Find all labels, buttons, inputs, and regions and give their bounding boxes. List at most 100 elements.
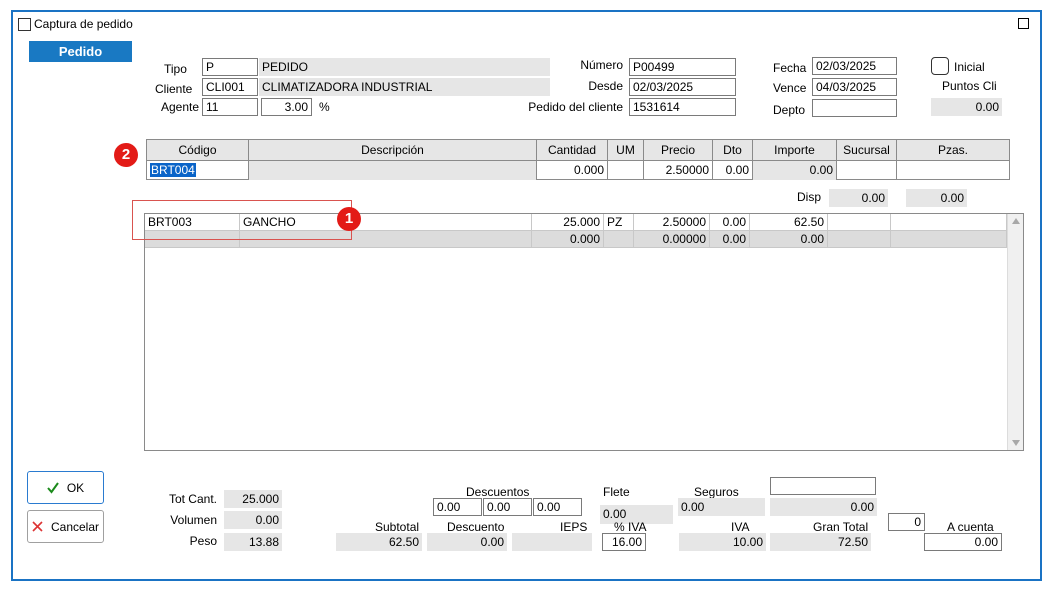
- pct-iva-label: % IVA: [614, 520, 647, 534]
- peso-label: Peso: [189, 534, 217, 548]
- cancel-button-label: Cancelar: [50, 519, 100, 534]
- col-header-dto: Dto: [713, 140, 753, 161]
- entry-um-input[interactable]: [608, 161, 644, 180]
- line-dto: 0.00: [710, 231, 750, 248]
- extra-value: 0.00: [770, 498, 877, 516]
- entry-precio-input[interactable]: 2.50000: [644, 161, 713, 180]
- entry-pzas-input[interactable]: [897, 161, 1009, 180]
- disp-value-2: 0.00: [906, 189, 967, 207]
- line-dto: 0.00: [710, 214, 750, 231]
- ieps-label: IEPS: [560, 520, 588, 534]
- line-pzas: [891, 214, 1007, 231]
- line-cantidad: 25.000: [532, 214, 604, 231]
- cancel-button[interactable]: Cancelar: [27, 510, 104, 543]
- line-importe: 62.50: [750, 214, 828, 231]
- peso-value: 13.88: [224, 533, 282, 551]
- col-header-precio: Precio: [644, 140, 713, 161]
- descuento-1-field[interactable]: 0.00: [433, 498, 482, 516]
- line-um: PZ: [604, 214, 634, 231]
- puntos-label: Puntos Cli: [942, 79, 997, 93]
- entry-sucursal-input[interactable]: [837, 161, 897, 180]
- line-pzas: [891, 231, 1007, 248]
- subtotal-value: 62.50: [336, 533, 422, 551]
- entry-codigo-input[interactable]: BRT004: [147, 161, 249, 180]
- pct-iva-field[interactable]: 16.00: [602, 533, 646, 551]
- line-importe: 0.00: [750, 231, 828, 248]
- tab-pedido[interactable]: Pedido: [29, 41, 132, 62]
- vertical-scrollbar[interactable]: [1007, 214, 1023, 450]
- entry-codigo-value: BRT004: [150, 163, 196, 177]
- entry-dto-input[interactable]: 0.00: [713, 161, 753, 180]
- col-header-sucursal: Sucursal: [837, 140, 897, 161]
- gran-total-label: Gran Total: [813, 520, 869, 534]
- cliente-label: Cliente: [155, 82, 193, 96]
- col-header-cantidad: Cantidad: [537, 140, 608, 161]
- fecha-label: Fecha: [773, 61, 807, 75]
- flete-label: Flete: [603, 485, 630, 499]
- entry-table: Código Descripción Cantidad UM Precio Dt…: [146, 139, 1010, 180]
- disp-value-1: 0.00: [829, 189, 888, 207]
- col-header-descripcion: Descripción: [249, 140, 537, 161]
- line-precio: 0.00000: [634, 231, 710, 248]
- a-cuenta-label: A cuenta: [947, 520, 994, 534]
- inicial-checkbox[interactable]: [931, 57, 949, 75]
- descuento-3-field[interactable]: 0.00: [533, 498, 582, 516]
- scroll-arrows-icon: [1012, 218, 1020, 446]
- window-title: Captura de pedido: [34, 17, 133, 31]
- col-header-um: UM: [608, 140, 644, 161]
- depto-label: Depto: [773, 103, 806, 117]
- desde-field[interactable]: 02/03/2025: [629, 78, 736, 96]
- percent-symbol: %: [319, 100, 330, 114]
- seguros-label: Seguros: [694, 485, 739, 499]
- numero-field[interactable]: P00499: [629, 58, 736, 76]
- cliente-code-field[interactable]: CLI001: [202, 78, 258, 96]
- cliente-name: CLIMATIZADORA INDUSTRIAL: [259, 78, 550, 96]
- vence-label: Vence: [773, 81, 807, 95]
- a-cuenta-count-field[interactable]: 0: [888, 513, 925, 531]
- puntos-value: 0.00: [931, 98, 1002, 116]
- ieps-value: [512, 533, 592, 551]
- pedido-cliente-field[interactable]: 1531614: [629, 98, 736, 116]
- descuento-label: Descuento: [447, 520, 505, 534]
- line-um: [604, 231, 634, 248]
- gran-total-value: 72.50: [770, 533, 871, 551]
- ok-button[interactable]: OK: [27, 471, 104, 504]
- annotation-highlight-box: [132, 200, 352, 240]
- descuento-2-field[interactable]: 0.00: [483, 498, 532, 516]
- agente-code-field[interactable]: 11: [202, 98, 258, 116]
- extra-field[interactable]: [770, 477, 876, 495]
- subtotal-label: Subtotal: [375, 520, 420, 534]
- descuentos-label: Descuentos: [466, 485, 530, 499]
- tot-cant-label: Tot Cant.: [168, 492, 217, 506]
- fecha-field[interactable]: 02/03/2025: [812, 57, 897, 75]
- a-cuenta-field[interactable]: 0.00: [924, 533, 1002, 551]
- agente-percent-field[interactable]: 3.00: [261, 98, 312, 116]
- vence-field[interactable]: 04/03/2025: [812, 78, 897, 96]
- seguros-value: 0.00: [678, 498, 765, 516]
- pedido-cliente-label: Pedido del cliente: [528, 100, 623, 114]
- order-lines-grid[interactable]: BRT003 GANCHO 25.000 PZ 2.50000 0.00 62.…: [144, 213, 1024, 451]
- close-icon: [32, 521, 43, 532]
- entry-descripcion: [249, 161, 537, 180]
- window-icon: [18, 18, 31, 31]
- iva-value: 10.00: [679, 533, 766, 551]
- tipo-description: PEDIDO: [259, 58, 550, 76]
- annotation-badge-2: 2: [114, 143, 138, 167]
- line-precio: 2.50000: [634, 214, 710, 231]
- col-header-codigo: Código: [147, 140, 249, 161]
- numero-label: Número: [580, 58, 623, 72]
- entry-cantidad-input[interactable]: 0.000: [537, 161, 608, 180]
- ok-button-label: OK: [66, 480, 85, 495]
- entry-importe: 0.00: [753, 161, 837, 180]
- tipo-label: Tipo: [164, 62, 187, 76]
- descuento-value: 0.00: [427, 533, 507, 551]
- col-header-pzas: Pzas.: [897, 140, 1009, 161]
- iva-label: IVA: [731, 520, 750, 534]
- tipo-code-field[interactable]: P: [202, 58, 258, 76]
- maximize-icon[interactable]: [1018, 18, 1029, 29]
- check-icon: [47, 481, 59, 494]
- depto-field[interactable]: [812, 99, 897, 117]
- col-header-importe: Importe: [753, 140, 837, 161]
- desde-label: Desde: [588, 79, 623, 93]
- volumen-label: Volumen: [170, 513, 217, 527]
